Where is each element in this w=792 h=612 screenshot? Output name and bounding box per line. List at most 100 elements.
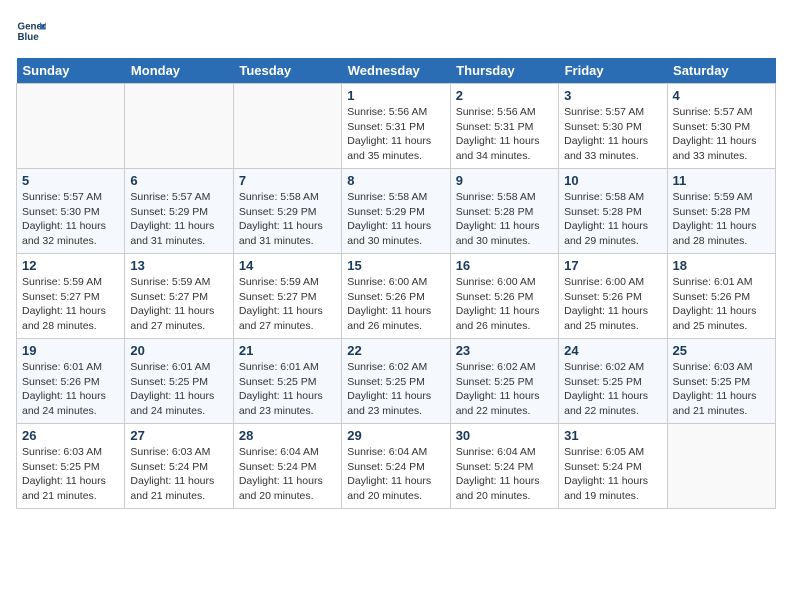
day-info: Sunrise: 6:01 AM Sunset: 5:26 PM Dayligh… [22, 360, 119, 419]
day-header-tuesday: Tuesday [233, 58, 341, 84]
day-number: 18 [673, 258, 770, 273]
day-info: Sunrise: 6:05 AM Sunset: 5:24 PM Dayligh… [564, 445, 661, 504]
calendar-week-3: 12 Sunrise: 5:59 AM Sunset: 5:27 PM Dayli… [17, 254, 776, 339]
calendar-cell: 2Sunrise: 5:56 AM Sunset: 5:31 PM Daylig… [450, 84, 558, 169]
day-number: 31 [564, 428, 661, 443]
day-info: Sunrise: 6:03 AM Sunset: 5:24 PM Dayligh… [130, 445, 227, 504]
day-number: 27 [130, 428, 227, 443]
calendar-cell: 15 Sunrise: 6:00 AM Sunset: 5:26 PM Dayli… [342, 254, 450, 339]
calendar-week-5: 26 Sunrise: 6:03 AM Sunset: 5:25 PM Dayli… [17, 424, 776, 509]
calendar-cell: 23Sunrise: 6:02 AM Sunset: 5:25 PM Dayli… [450, 339, 558, 424]
day-number: 26 [22, 428, 119, 443]
day-info: Sunrise: 5:57 AM Sunset: 5:30 PM Dayligh… [673, 105, 770, 164]
day-info: Sunrise: 6:03 AM Sunset: 5:25 PM Dayligh… [673, 360, 770, 419]
day-number: 28 [239, 428, 336, 443]
day-info: Sunrise: 6:01 AM Sunset: 5:25 PM Dayligh… [239, 360, 336, 419]
day-number: 6 [130, 173, 227, 188]
day-number: 16 [456, 258, 553, 273]
day-number: 15 [347, 258, 444, 273]
day-header-wednesday: Wednesday [342, 58, 450, 84]
day-number: 3 [564, 88, 661, 103]
logo: General Blue [16, 16, 46, 46]
calendar-cell: 29 Sunrise: 6:04 AM Sunset: 5:24 PM Dayli… [342, 424, 450, 509]
day-number: 12 [22, 258, 119, 273]
calendar-table: SundayMondayTuesdayWednesdayThursdayFrid… [16, 58, 776, 509]
day-number: 29 [347, 428, 444, 443]
svg-text:Blue: Blue [18, 32, 40, 43]
day-number: 2 [456, 88, 553, 103]
day-info: Sunrise: 6:02 AM Sunset: 5:25 PM Dayligh… [564, 360, 661, 419]
calendar-cell [667, 424, 775, 509]
day-info: Sunrise: 6:00 AM Sunset: 5:26 PM Dayligh… [564, 275, 661, 334]
day-number: 24 [564, 343, 661, 358]
day-info: Sunrise: 6:00 AM Sunset: 5:26 PM Dayligh… [456, 275, 553, 334]
day-info: Sunrise: 6:02 AM Sunset: 5:25 PM Dayligh… [347, 360, 444, 419]
calendar-cell: 14Sunrise: 5:59 AM Sunset: 5:27 PM Dayli… [233, 254, 341, 339]
header-row: SundayMondayTuesdayWednesdayThursdayFrid… [17, 58, 776, 84]
calendar-cell: 9 Sunrise: 5:58 AM Sunset: 5:28 PM Daylig… [450, 169, 558, 254]
day-info: Sunrise: 5:59 AM Sunset: 5:27 PM Dayligh… [130, 275, 227, 334]
day-number: 25 [673, 343, 770, 358]
day-number: 19 [22, 343, 119, 358]
day-header-sunday: Sunday [17, 58, 125, 84]
day-info: Sunrise: 5:56 AM Sunset: 5:31 PM Dayligh… [347, 105, 444, 164]
calendar-cell: 25 Sunrise: 6:03 AM Sunset: 5:25 PM Dayli… [667, 339, 775, 424]
day-info: Sunrise: 5:57 AM Sunset: 5:29 PM Dayligh… [130, 190, 227, 249]
day-info: Sunrise: 6:03 AM Sunset: 5:25 PM Dayligh… [22, 445, 119, 504]
day-number: 13 [130, 258, 227, 273]
day-header-saturday: Saturday [667, 58, 775, 84]
day-number: 30 [456, 428, 553, 443]
day-number: 22 [347, 343, 444, 358]
calendar-cell: 1 Sunrise: 5:56 AM Sunset: 5:31 PM Daylig… [342, 84, 450, 169]
calendar-cell: 12Sunrise: 5:59 AM Sunset: 5:27 PM Dayli… [17, 254, 125, 339]
calendar-cell: 19 Sunrise: 6:01 AM Sunset: 5:26 PM Dayli… [17, 339, 125, 424]
day-number: 10 [564, 173, 661, 188]
calendar-cell: 20Sunrise: 6:01 AM Sunset: 5:25 PM Dayli… [125, 339, 233, 424]
day-header-thursday: Thursday [450, 58, 558, 84]
day-number: 8 [347, 173, 444, 188]
calendar-cell: 30 Sunrise: 6:04 AM Sunset: 5:24 PM Dayli… [450, 424, 558, 509]
day-number: 9 [456, 173, 553, 188]
day-info: Sunrise: 5:58 AM Sunset: 5:28 PM Dayligh… [564, 190, 661, 249]
calendar-cell [233, 84, 341, 169]
day-info: Sunrise: 5:59 AM Sunset: 5:27 PM Dayligh… [239, 275, 336, 334]
day-info: Sunrise: 6:00 AM Sunset: 5:26 PM Dayligh… [347, 275, 444, 334]
calendar-cell: 24 Sunrise: 6:02 AM Sunset: 5:25 PM Dayli… [559, 339, 667, 424]
calendar-cell: 27 Sunrise: 6:03 AM Sunset: 5:24 PM Dayli… [125, 424, 233, 509]
calendar-week-4: 19 Sunrise: 6:01 AM Sunset: 5:26 PM Dayli… [17, 339, 776, 424]
calendar-cell: 10 Sunrise: 5:58 AM Sunset: 5:28 PM Dayli… [559, 169, 667, 254]
calendar-cell: 7Sunrise: 5:58 AM Sunset: 5:29 PM Daylig… [233, 169, 341, 254]
calendar-cell: 5Sunrise: 5:57 AM Sunset: 5:30 PM Daylig… [17, 169, 125, 254]
day-info: Sunrise: 6:01 AM Sunset: 5:26 PM Dayligh… [673, 275, 770, 334]
page-header: General Blue [16, 16, 776, 46]
day-info: Sunrise: 6:04 AM Sunset: 5:24 PM Dayligh… [456, 445, 553, 504]
day-header-monday: Monday [125, 58, 233, 84]
calendar-cell: 28 Sunrise: 6:04 AM Sunset: 5:24 PM Dayli… [233, 424, 341, 509]
day-info: Sunrise: 5:58 AM Sunset: 5:29 PM Dayligh… [347, 190, 444, 249]
day-number: 20 [130, 343, 227, 358]
calendar-cell: 4 Sunrise: 5:57 AM Sunset: 5:30 PM Daylig… [667, 84, 775, 169]
calendar-cell: 22 Sunrise: 6:02 AM Sunset: 5:25 PM Dayli… [342, 339, 450, 424]
calendar-cell: 18 Sunrise: 6:01 AM Sunset: 5:26 PM Dayli… [667, 254, 775, 339]
day-info: Sunrise: 6:04 AM Sunset: 5:24 PM Dayligh… [239, 445, 336, 504]
calendar-cell: 17Sunrise: 6:00 AM Sunset: 5:26 PM Dayli… [559, 254, 667, 339]
calendar-cell: 3Sunrise: 5:57 AM Sunset: 5:30 PM Daylig… [559, 84, 667, 169]
calendar-cell [125, 84, 233, 169]
day-info: Sunrise: 5:58 AM Sunset: 5:28 PM Dayligh… [456, 190, 553, 249]
day-number: 21 [239, 343, 336, 358]
day-number: 1 [347, 88, 444, 103]
calendar-cell: 13 Sunrise: 5:59 AM Sunset: 5:27 PM Dayli… [125, 254, 233, 339]
day-info: Sunrise: 6:02 AM Sunset: 5:25 PM Dayligh… [456, 360, 553, 419]
day-number: 4 [673, 88, 770, 103]
calendar-cell: 26 Sunrise: 6:03 AM Sunset: 5:25 PM Dayli… [17, 424, 125, 509]
day-number: 5 [22, 173, 119, 188]
calendar-week-1: 1 Sunrise: 5:56 AM Sunset: 5:31 PM Daylig… [17, 84, 776, 169]
day-info: Sunrise: 5:59 AM Sunset: 5:28 PM Dayligh… [673, 190, 770, 249]
calendar-cell: 21 Sunrise: 6:01 AM Sunset: 5:25 PM Dayli… [233, 339, 341, 424]
day-info: Sunrise: 6:04 AM Sunset: 5:24 PM Dayligh… [347, 445, 444, 504]
calendar-cell: 16 Sunrise: 6:00 AM Sunset: 5:26 PM Dayli… [450, 254, 558, 339]
calendar-cell: 31 Sunrise: 6:05 AM Sunset: 5:24 PM Dayli… [559, 424, 667, 509]
day-header-friday: Friday [559, 58, 667, 84]
logo-icon: General Blue [16, 16, 46, 46]
calendar-cell: 11Sunrise: 5:59 AM Sunset: 5:28 PM Dayli… [667, 169, 775, 254]
